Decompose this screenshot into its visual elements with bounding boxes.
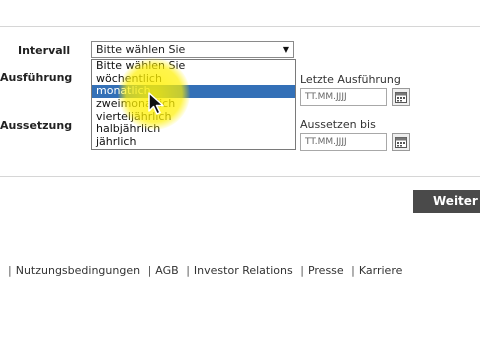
intervall-select[interactable]: Bitte wählen Sie ▼ bbox=[91, 41, 294, 58]
footer-link-karriere[interactable]: Karriere bbox=[359, 264, 402, 277]
calendar-icon[interactable] bbox=[392, 88, 410, 106]
option-bitte-waehlen[interactable]: Bitte wählen Sie bbox=[92, 59, 295, 73]
footer-link-nutzungsbedingungen[interactable]: Nutzungsbedingungen bbox=[16, 264, 140, 277]
footer-link-agb[interactable]: AGB bbox=[155, 264, 178, 277]
footer-links: | Nutzungsbedingungen | AGB | Investor Rela… bbox=[8, 264, 403, 277]
aussetzen-bis-label: Aussetzen bis bbox=[300, 118, 376, 131]
next-button[interactable]: Weiter bbox=[413, 190, 480, 213]
intervall-select-value: Bitte wählen Sie bbox=[96, 43, 186, 56]
top-divider bbox=[0, 26, 480, 27]
option-jaehrlich[interactable]: jährlich bbox=[92, 135, 295, 149]
aussetzung-label: Aussetzung bbox=[0, 119, 73, 132]
triangle-down-icon: ▼ bbox=[282, 45, 289, 54]
footer-link-investor-relations[interactable]: Investor Relations bbox=[194, 264, 293, 277]
footer-link-presse[interactable]: Presse bbox=[308, 264, 344, 277]
ausfuehrung-label: Ausführung bbox=[0, 71, 73, 84]
aussetzen-bis-input[interactable]: TT.MM.JJJJ bbox=[300, 133, 387, 151]
middle-divider bbox=[0, 176, 480, 177]
calendar-icon[interactable] bbox=[392, 133, 410, 151]
letzte-ausfuehrung-label: Letzte Ausführung bbox=[300, 73, 401, 86]
letzte-ausfuehrung-input[interactable]: TT.MM.JJJJ bbox=[300, 88, 387, 106]
intervall-label: Intervall bbox=[18, 44, 71, 57]
mouse-pointer-icon bbox=[148, 92, 166, 120]
